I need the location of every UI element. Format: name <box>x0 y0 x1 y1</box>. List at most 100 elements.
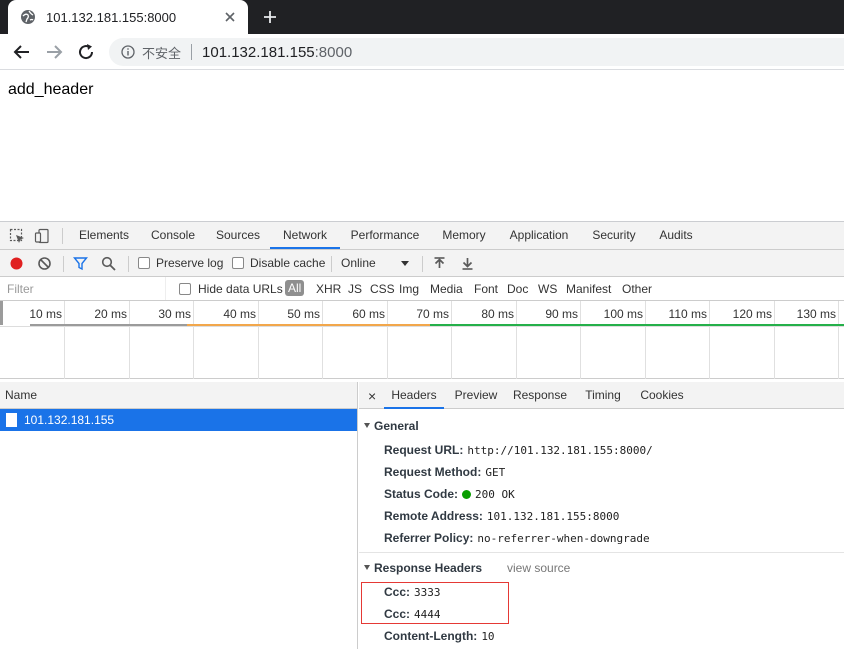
hide-data-urls-checkbox[interactable] <box>179 283 191 295</box>
reload-icon[interactable] <box>77 43 95 61</box>
tab-headers[interactable]: Headers <box>384 382 444 409</box>
response-header-key: Content-Length: <box>384 629 478 643</box>
response-headers-section-toggle[interactable]: Response Headers <box>364 561 482 575</box>
browser-tab[interactable]: 101.132.181.155:8000 <box>8 0 248 34</box>
network-overview[interactable]: 10 ms 20 ms 30 ms 40 ms 50 ms 60 ms 70 m… <box>0 301 844 379</box>
preserve-log-checkbox[interactable] <box>138 257 150 269</box>
request-method-key: Request Method: <box>384 465 482 479</box>
triangle-down-icon <box>364 423 370 428</box>
tab-sources[interactable]: Sources <box>207 222 269 249</box>
referrer-policy-key: Referrer Policy: <box>384 531 474 545</box>
info-icon[interactable] <box>121 45 135 59</box>
type-filter-xhr[interactable]: XHR <box>316 282 341 296</box>
request-row[interactable]: 101.132.181.155 <box>0 409 357 431</box>
timeline-gridline <box>193 301 194 379</box>
tab-timing[interactable]: Timing <box>577 382 629 409</box>
type-filter-js[interactable]: JS <box>348 282 362 296</box>
response-header-row: Content-Length: 10 <box>384 629 495 643</box>
timeline-tick-label: 110 ms <box>668 307 707 321</box>
new-tab-icon[interactable] <box>262 9 278 25</box>
toolbar-divider <box>422 256 423 272</box>
record-icon[interactable] <box>9 256 24 271</box>
filter-icon[interactable] <box>73 256 88 271</box>
tab-console[interactable]: Console <box>140 222 206 249</box>
timeline-gridline <box>774 301 775 379</box>
waterfall-waiting-bar <box>187 324 430 326</box>
timeline-tick-label: 20 ms <box>94 307 127 321</box>
forward-arrow-icon[interactable] <box>45 43 63 61</box>
timeline-gridline <box>64 301 65 379</box>
tab-memory[interactable]: Memory <box>432 222 496 249</box>
timeline-gridline <box>451 301 452 379</box>
request-url-value: http://101.132.181.155:8000/ <box>467 444 653 457</box>
inspect-element-icon[interactable] <box>9 228 25 244</box>
type-filter-media[interactable]: Media <box>430 282 463 296</box>
type-filter-font[interactable]: Font <box>474 282 498 296</box>
timeline-gridline <box>129 301 130 379</box>
tab-application[interactable]: Application <box>500 222 578 249</box>
devtools-tab-bar: Elements Console Sources Network Perform… <box>0 222 844 250</box>
network-toolbar: Preserve log Disable cache Online <box>0 250 844 277</box>
timeline-gridline <box>709 301 710 379</box>
back-arrow-icon[interactable] <box>13 43 31 61</box>
omnibox-divider <box>191 44 193 60</box>
view-source-link[interactable]: view source <box>507 561 570 575</box>
type-filter-other[interactable]: Other <box>622 282 652 296</box>
referrer-policy-row: Referrer Policy: no-referrer-when-downgra… <box>384 531 650 545</box>
timeline-tick-label: 80 ms <box>481 307 514 321</box>
disable-cache-checkbox[interactable] <box>232 257 244 269</box>
address-bar[interactable]: 不安全 101.132.181.155:8000 <box>109 38 844 66</box>
timeline-gridline <box>258 301 259 379</box>
general-section-toggle[interactable]: General <box>364 419 419 433</box>
disable-cache-label: Disable cache <box>250 256 326 270</box>
toolbar-divider <box>331 256 332 272</box>
filter-bar: Hide data URLs All XHR JS CSS Img Media … <box>0 277 844 301</box>
browser-toolbar: 不安全 101.132.181.155:8000 <box>0 34 844 70</box>
tab-preview[interactable]: Preview <box>448 382 504 409</box>
throttling-select[interactable]: Online <box>341 256 376 270</box>
preserve-log-label: Preserve log <box>156 256 224 270</box>
device-toolbar-icon[interactable] <box>34 228 50 244</box>
tab-performance[interactable]: Performance <box>342 222 428 249</box>
tab-elements[interactable]: Elements <box>70 222 138 249</box>
close-details-icon[interactable]: × <box>368 388 376 404</box>
timeline-tick-label: 40 ms <box>223 307 256 321</box>
request-name: 101.132.181.155 <box>24 413 115 427</box>
timeline-ruler: 10 ms 20 ms 30 ms 40 ms 50 ms 60 ms 70 m… <box>0 301 844 379</box>
filter-input[interactable] <box>0 277 166 300</box>
tab-audits[interactable]: Audits <box>648 222 704 249</box>
response-header-value: 10 <box>481 630 495 643</box>
waterfall-queued-bar <box>30 324 187 326</box>
status-code-value: 200 OK <box>475 488 515 501</box>
status-code-key: Status Code: <box>384 487 459 501</box>
column-header-name[interactable]: Name <box>0 382 357 409</box>
close-tab-icon[interactable] <box>222 9 238 25</box>
tab-cookies[interactable]: Cookies <box>634 382 690 409</box>
tab-security[interactable]: Security <box>584 222 644 249</box>
toolbar-divider <box>63 256 64 272</box>
export-har-icon[interactable] <box>460 256 475 271</box>
type-filter-doc[interactable]: Doc <box>507 282 528 296</box>
triangle-down-icon <box>364 565 370 570</box>
page-body-text: add_header <box>8 81 94 98</box>
timeline-tick-label: 50 ms <box>287 307 320 321</box>
type-filter-ws[interactable]: WS <box>538 282 557 296</box>
tab-network[interactable]: Network <box>270 222 340 249</box>
search-icon[interactable] <box>101 256 116 271</box>
request-method-row: Request Method: GET <box>384 465 505 479</box>
type-filter-css[interactable]: CSS <box>370 282 395 296</box>
type-filter-manifest[interactable]: Manifest <box>566 282 611 296</box>
chevron-down-icon[interactable] <box>401 261 409 266</box>
type-filter-all[interactable]: All <box>285 280 305 296</box>
remote-address-value: 101.132.181.155:8000 <box>486 510 620 523</box>
waterfall-download-bar <box>430 324 844 326</box>
type-filter-img[interactable]: Img <box>399 282 419 296</box>
import-har-icon[interactable] <box>432 256 447 271</box>
hide-data-urls-label: Hide data URLs <box>198 282 283 296</box>
clear-icon[interactable] <box>37 256 52 271</box>
timeline-gridline <box>838 301 839 379</box>
tab-response[interactable]: Response <box>509 382 571 409</box>
tab-title: 101.132.181.155:8000 <box>46 9 177 25</box>
details-tab-bar: × Headers Preview Response Timing Cookie… <box>359 382 844 409</box>
document-icon <box>6 413 17 427</box>
